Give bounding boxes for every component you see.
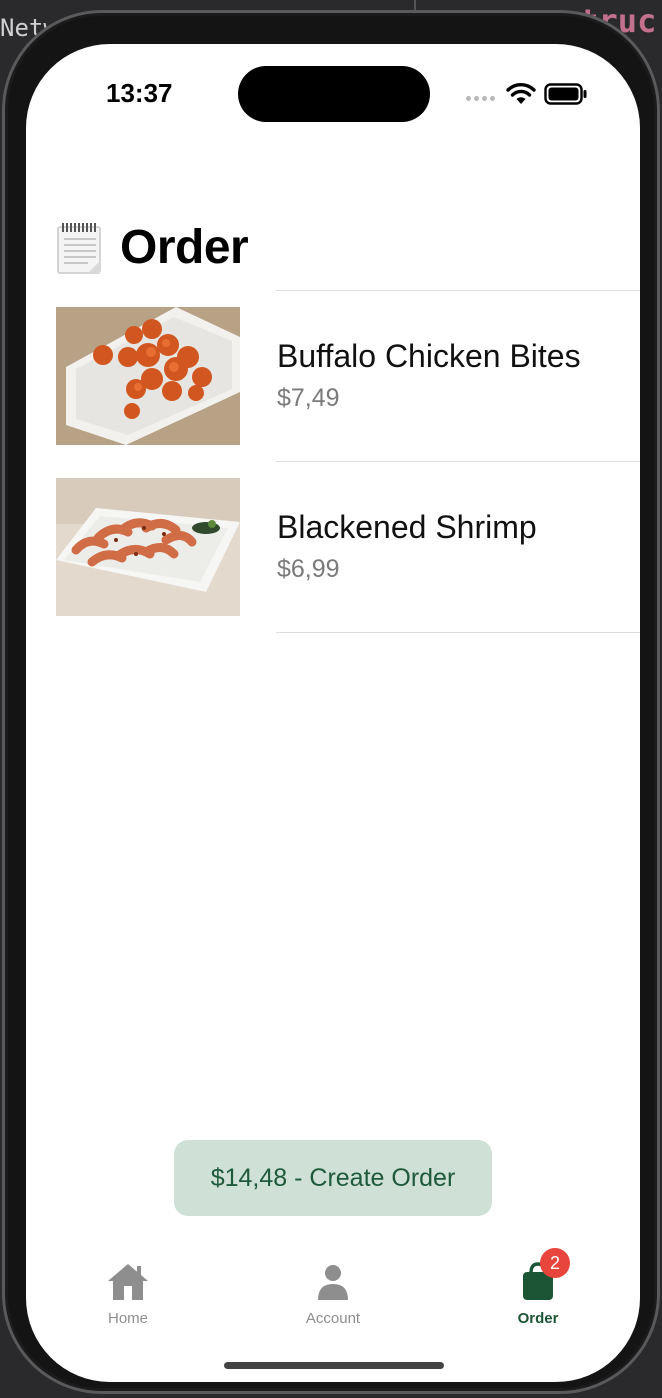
create-order-button[interactable]: $14,48 - Create Order <box>174 1140 492 1216</box>
tab-label: Home <box>107 1310 148 1327</box>
page-title: Order <box>120 221 249 274</box>
phone-screen: 13:37 Order Buffalo Chicken Bites $7,49 … <box>26 44 640 1382</box>
item-price: $7,49 <box>277 384 340 412</box>
order-item-buffalo-chicken-bites[interactable]: Buffalo Chicken Bites $7,49 <box>26 290 640 461</box>
tab-order[interactable]: 2 Order <box>478 1248 598 1330</box>
notepad-icon <box>57 222 101 274</box>
list-divider <box>276 632 640 633</box>
page-header: Order <box>56 220 249 275</box>
item-name: Buffalo Chicken Bites <box>277 338 581 374</box>
phone-frame: 13:37 Order Buffalo Chicken Bites $7,49 … <box>2 10 660 1394</box>
wifi-icon <box>506 83 536 104</box>
status-time: 13:37 <box>106 78 173 108</box>
item-price: $6,99 <box>277 555 340 583</box>
home-indicator[interactable] <box>224 1362 444 1369</box>
blackened-shrimp-photo <box>56 478 240 616</box>
person-icon <box>318 1265 348 1300</box>
item-name: Blackened Shrimp <box>277 509 537 545</box>
buffalo-chicken-bites-photo <box>56 307 240 445</box>
battery-icon <box>544 83 587 105</box>
tab-label: Account <box>305 1310 361 1327</box>
tab-bar: Home Account 2 Order <box>26 1248 640 1330</box>
tab-label: Order <box>517 1310 559 1327</box>
tab-home[interactable]: Home <box>68 1260 188 1330</box>
house-icon <box>108 1264 148 1300</box>
order-count-badge: 2 <box>540 1248 570 1278</box>
tab-account[interactable]: Account <box>273 1260 393 1330</box>
cellular-signal-icon <box>466 96 495 101</box>
dynamic-island <box>238 66 430 122</box>
bag-icon-wrapper: 2 <box>516 1248 570 1304</box>
order-item-blackened-shrimp[interactable]: Blackened Shrimp $6,99 <box>26 461 640 632</box>
